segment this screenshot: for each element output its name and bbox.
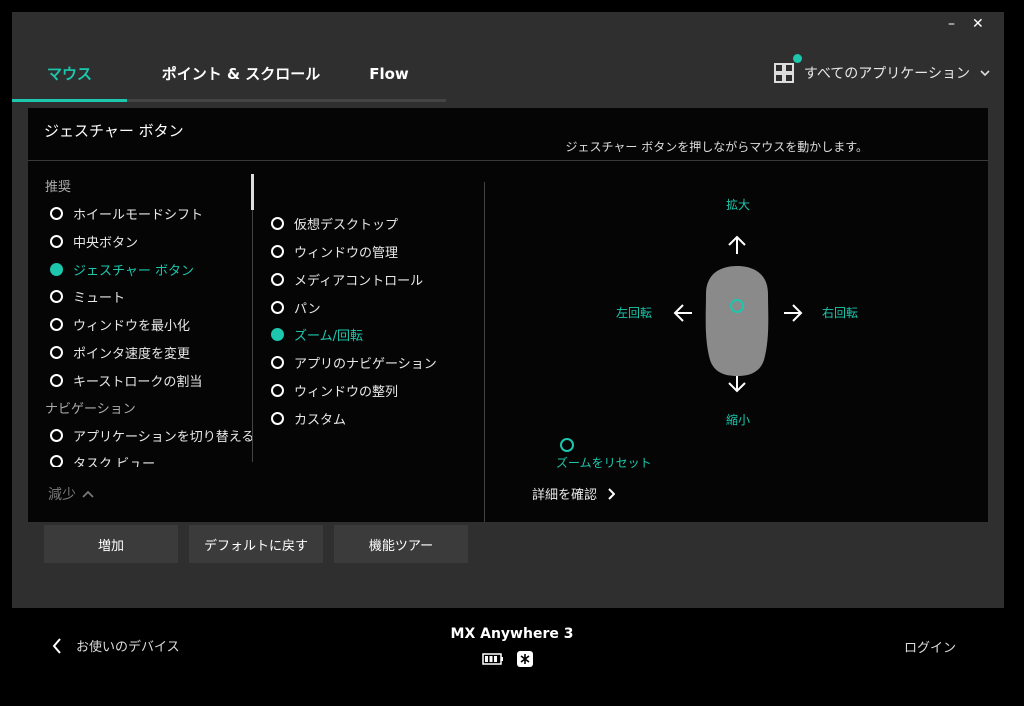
radio-selected-icon bbox=[271, 328, 284, 341]
radio-icon bbox=[271, 412, 284, 425]
chevron-down-icon bbox=[980, 70, 990, 77]
radio-icon bbox=[50, 455, 63, 467]
action-option[interactable]: ミュート bbox=[50, 287, 125, 306]
panel-hint: ジェスチャー ボタンを押しながらマウスを動かします。 bbox=[565, 140, 869, 154]
mouse-icon bbox=[705, 266, 769, 376]
radio-icon bbox=[50, 235, 63, 248]
action-option[interactable]: ウィンドウを最小化 bbox=[50, 315, 190, 334]
gesture-option-selected[interactable]: ズーム/回転 bbox=[271, 325, 363, 344]
radio-icon bbox=[50, 207, 63, 220]
radio-icon bbox=[50, 346, 63, 359]
panel-title: ジェスチャー ボタン bbox=[44, 122, 184, 140]
radio-icon bbox=[50, 374, 63, 387]
tab-flow[interactable]: Flow bbox=[352, 56, 426, 100]
action-option[interactable]: ホイールモードシフト bbox=[50, 204, 203, 223]
action-option[interactable]: 中央ボタン bbox=[50, 232, 138, 251]
radio-icon bbox=[271, 217, 284, 230]
gesture-label-left: 左回転 bbox=[616, 306, 653, 320]
arrow-right-icon bbox=[784, 304, 803, 322]
column-divider bbox=[484, 182, 485, 522]
gesture-option[interactable]: パン bbox=[271, 298, 321, 317]
tab-point-scroll[interactable]: ポイント & スクロール bbox=[136, 56, 346, 100]
radio-icon bbox=[50, 290, 63, 303]
action-option[interactable]: キーストロークの割当 bbox=[50, 371, 202, 390]
panel-divider bbox=[28, 160, 988, 161]
reset-defaults-button[interactable]: デフォルトに戻す bbox=[189, 525, 323, 563]
radio-icon bbox=[50, 318, 63, 331]
gesture-illustration: 拡大 縮小 左回転 右回転 ズームをリセット 詳細を確認 bbox=[486, 168, 986, 518]
login-link[interactable]: ログイン bbox=[904, 637, 956, 656]
reset-circle-icon bbox=[560, 438, 574, 452]
collapse-toggle[interactable]: 減少 bbox=[48, 484, 94, 504]
chevron-right-icon bbox=[608, 487, 616, 500]
arrow-left-icon bbox=[673, 304, 692, 322]
radio-icon bbox=[271, 245, 284, 258]
radio-selected-icon bbox=[50, 263, 63, 276]
minimize-button[interactable]: – bbox=[948, 16, 955, 32]
radio-icon bbox=[271, 356, 284, 369]
app-window: – ✕ マウス ポイント & スクロール Flow すべてのアプリケーション ジ… bbox=[12, 12, 1004, 608]
zoom-reset-label: ズームをリセット bbox=[556, 456, 652, 470]
radio-icon bbox=[271, 384, 284, 397]
feature-tour-button[interactable]: 機能ツアー bbox=[334, 525, 468, 563]
notification-dot bbox=[792, 54, 802, 63]
gesture-option[interactable]: ウィンドウの管理 bbox=[271, 242, 398, 261]
battery-icon bbox=[482, 653, 503, 665]
device-name: MX Anywhere 3 bbox=[450, 626, 574, 642]
details-link[interactable]: 詳細を確認 bbox=[532, 484, 616, 503]
gesture-option[interactable]: アプリのナビゲーション bbox=[271, 353, 437, 372]
tab-active-indicator bbox=[12, 99, 127, 102]
tab-mouse[interactable]: マウス bbox=[12, 56, 127, 100]
gesture-option[interactable]: カスタム bbox=[271, 409, 346, 428]
action-option[interactable]: ポインタ速度を変更 bbox=[50, 343, 190, 362]
add-button[interactable]: 増加 bbox=[44, 525, 178, 563]
list-scroll-track bbox=[252, 174, 253, 462]
arrow-up-icon bbox=[728, 235, 746, 254]
apps-selector[interactable]: すべてのアプリケーション bbox=[773, 54, 990, 88]
radio-icon bbox=[271, 301, 284, 314]
action-option[interactable]: タスク ビュー bbox=[50, 453, 155, 467]
gesture-option[interactable]: ウィンドウの整列 bbox=[271, 381, 398, 400]
gesture-label-up: 拡大 bbox=[726, 198, 751, 212]
section-label-navigation: ナビゲーション bbox=[45, 402, 136, 417]
tab-bar: マウス ポイント & スクロール Flow bbox=[12, 56, 446, 104]
gesture-panel: ジェスチャー ボタン ジェスチャー ボタンを押しながらマウスを動かします。 推奨… bbox=[28, 108, 988, 522]
list-scrollbar-thumb[interactable] bbox=[251, 174, 254, 210]
action-option[interactable]: アプリケーションを切り替える bbox=[50, 426, 254, 445]
chevron-up-icon bbox=[82, 490, 94, 498]
zoom-reset-control[interactable]: ズームをリセット bbox=[556, 438, 652, 471]
gesture-label-right: 右回転 bbox=[822, 306, 859, 320]
gesture-option[interactable]: メディアコントロール bbox=[271, 270, 423, 289]
apps-selector-label: すべてのアプリケーション bbox=[803, 66, 970, 82]
receiver-icon bbox=[517, 651, 533, 667]
radio-icon bbox=[50, 429, 63, 442]
close-button[interactable]: ✕ bbox=[972, 16, 984, 32]
apps-grid-icon bbox=[773, 54, 802, 83]
gesture-option[interactable]: 仮想デスクトップ bbox=[271, 214, 398, 233]
section-label-recommended: 推奨 bbox=[45, 180, 72, 195]
radio-icon bbox=[271, 273, 284, 286]
gesture-label-down: 縮小 bbox=[726, 413, 751, 427]
device-status bbox=[482, 650, 534, 668]
action-option-selected[interactable]: ジェスチャー ボタン bbox=[50, 260, 194, 279]
